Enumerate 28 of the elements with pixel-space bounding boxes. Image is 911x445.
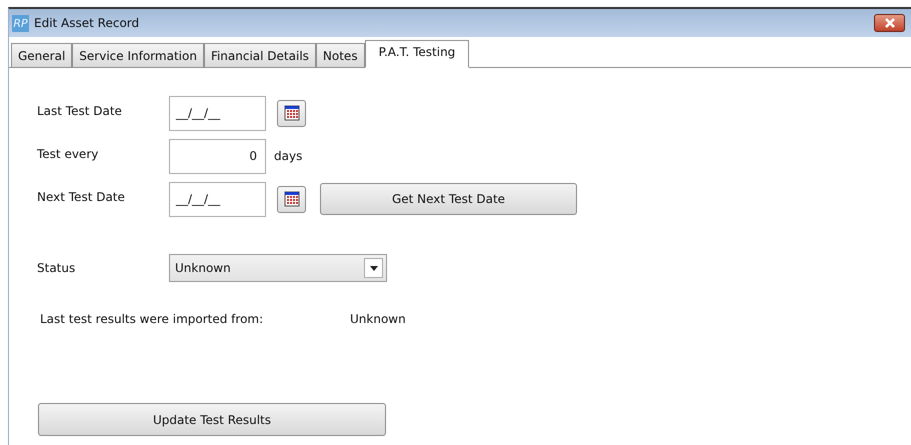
tab[interactable]: Service Information	[72, 43, 204, 67]
field-label: Next Test Date	[37, 189, 126, 204]
field-label: Last Test Date	[37, 103, 123, 118]
field-label: Status	[37, 261, 76, 275]
number-field[interactable]: 0	[169, 138, 266, 174]
tab[interactable]: General	[11, 43, 72, 67]
calendar-icon	[284, 105, 300, 121]
status-dropdown[interactable]: Unknown	[169, 254, 387, 282]
app-badge: RP	[12, 14, 29, 32]
date-field[interactable]: __/__/__	[169, 182, 266, 216]
dropdown-value: Unknown	[175, 261, 231, 275]
dropdown-arrow-icon	[370, 266, 378, 270]
date-field[interactable]: __/__/__	[169, 96, 266, 130]
unit-label: days	[274, 149, 302, 163]
tab[interactable]: Notes	[316, 43, 365, 67]
close-button[interactable]	[874, 14, 905, 32]
get-date-button[interactable]: Get Next Test Date	[320, 183, 577, 215]
update-results-button[interactable]: Update Test Results	[38, 403, 386, 436]
calendar-button[interactable]	[277, 186, 306, 212]
tab[interactable]: P.A.T. Testing	[364, 40, 470, 68]
import-source: Unknown	[350, 312, 406, 326]
field-label: Test every	[37, 146, 100, 161]
tab[interactable]: Financial Details	[204, 43, 316, 67]
close-icon	[884, 18, 896, 28]
calendar-button[interactable]	[277, 100, 306, 126]
calendar-icon	[284, 191, 300, 207]
import-label: Last test results were imported from:	[40, 312, 264, 326]
window-title: Edit Asset Record	[34, 16, 140, 30]
